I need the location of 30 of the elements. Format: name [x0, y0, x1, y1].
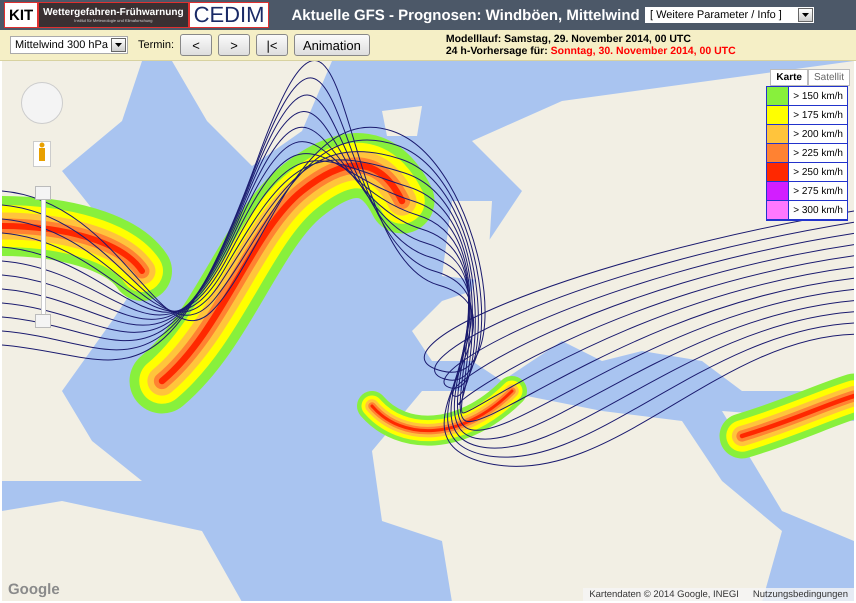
- legend-label: > 150 km/h: [789, 87, 847, 106]
- legend-label: > 275 km/h: [789, 182, 847, 201]
- page-title: Aktuelle GFS - Prognosen: Windböen, Mittelwind: [291, 6, 640, 24]
- attribution-text: Kartendaten © 2014 Google, INEGI: [589, 589, 739, 600]
- nav-button[interactable]: >: [218, 34, 250, 56]
- map-type-tab[interactable]: Satellit: [808, 69, 850, 86]
- legend-label: > 300 km/h: [789, 201, 847, 220]
- legend-label: > 175 km/h: [789, 106, 847, 125]
- legend-label: > 250 km/h: [789, 163, 847, 182]
- map-type-tab[interactable]: Karte: [770, 69, 808, 86]
- termin-label: Termin:: [138, 39, 174, 51]
- logo: CEDIM: [188, 2, 270, 28]
- pegman-icon[interactable]: [33, 141, 51, 167]
- logo: KIT: [4, 2, 38, 28]
- parameter-dropdown[interactable]: [ Weitere Parameter / Info ]: [645, 7, 814, 23]
- zoom-track[interactable]: [41, 199, 46, 317]
- zoom-out-button[interactable]: [35, 314, 51, 328]
- caret-icon: [798, 8, 813, 22]
- model-run-text: Modelllauf: Samstag, 29. November 2014, 00 UTC: [446, 33, 692, 45]
- level-dropdown[interactable]: Mittelwind 300 hPa: [10, 36, 128, 54]
- caret-icon: [110, 38, 126, 52]
- legend-label: > 225 km/h: [789, 144, 847, 163]
- legend-label: > 200 km/h: [789, 125, 847, 144]
- terms-link[interactable]: Nutzungsbedingungen: [752, 589, 848, 600]
- nav-button[interactable]: |<: [256, 34, 288, 56]
- nav-button[interactable]: <: [180, 34, 212, 56]
- nav-button[interactable]: Animation: [294, 34, 370, 56]
- map-logo: Google: [8, 581, 60, 598]
- forecast-text: 24 h-Vorhersage für: Sonntag, 30. November 2014, 00 UTC: [446, 45, 736, 57]
- zoom-in-button[interactable]: [35, 186, 51, 200]
